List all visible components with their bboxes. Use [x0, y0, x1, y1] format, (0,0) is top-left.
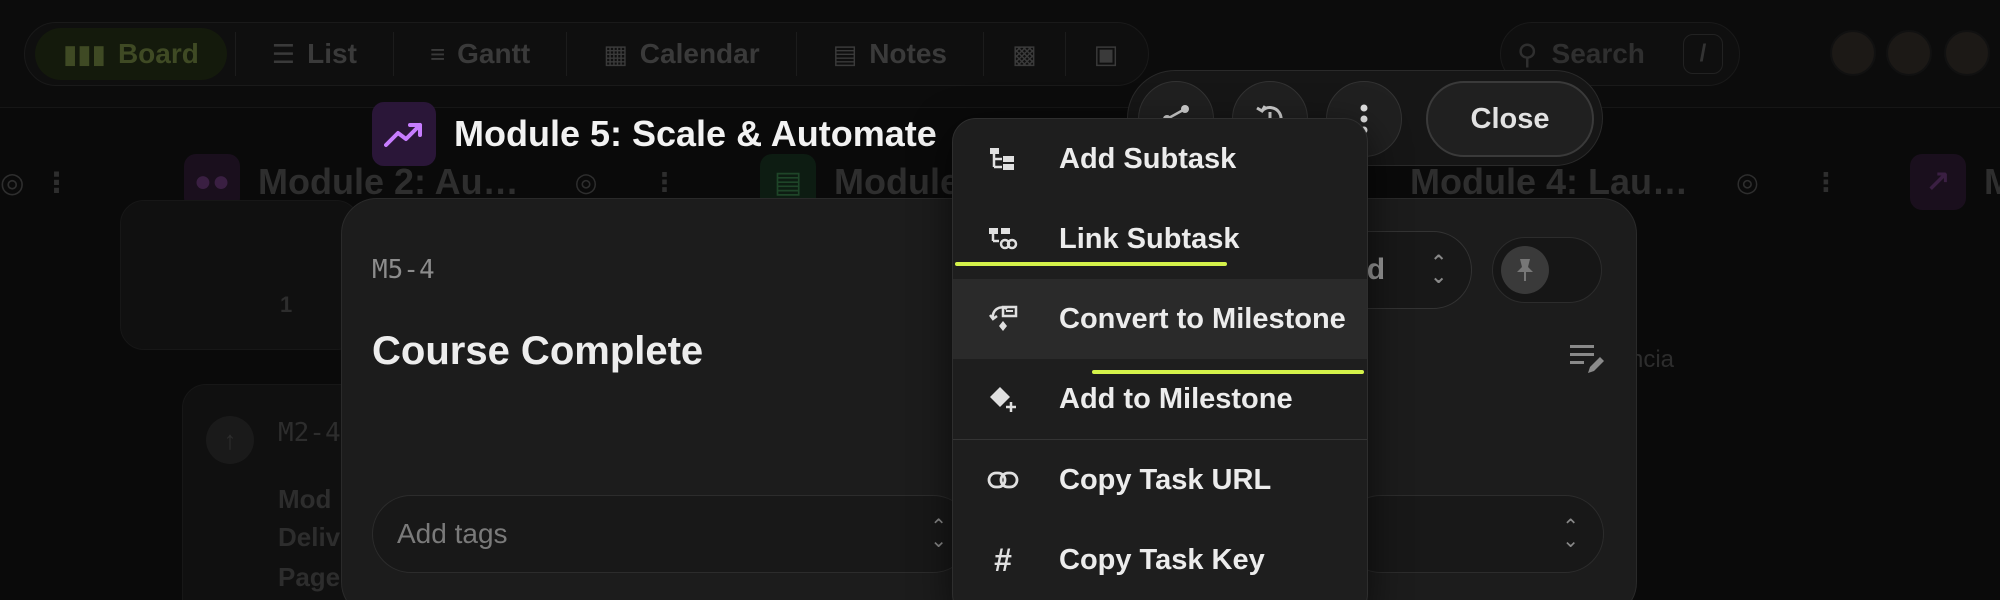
- chevron-updown-icon: ⌃ ⌄: [1562, 516, 1579, 552]
- divider: [566, 32, 568, 76]
- modal-header: Module 5: Scale & Automate: [372, 102, 937, 166]
- tab-label: List: [307, 38, 357, 69]
- target-icon[interactable]: ◎: [575, 167, 598, 198]
- tab-label: Board: [117, 38, 199, 69]
- column-header[interactable]: ↗ M: [1910, 150, 2000, 214]
- card-line: Page: [278, 562, 341, 592]
- archive-button[interactable]: ▣: [1074, 28, 1139, 80]
- menu-item-label: Link Subtask: [1059, 222, 1240, 255]
- edit-notes-icon[interactable]: [1568, 341, 1606, 382]
- calendar-icon: ▦: [603, 38, 628, 69]
- card-line: Mod: [278, 484, 332, 514]
- archive-icon: ▣: [1093, 38, 1119, 69]
- more-icon[interactable]: ⋮: [1813, 167, 1839, 198]
- menu-item-copy-task-key[interactable]: # Copy Task Key: [953, 520, 1367, 600]
- module-title: Module 5: Scale & Automate: [454, 113, 937, 154]
- divider: [392, 32, 394, 76]
- tab-calendar[interactable]: ▦ Calendar: [575, 28, 787, 80]
- avatar[interactable]: [1944, 30, 1990, 76]
- more-icon[interactable]: ⋮: [651, 167, 677, 198]
- menu-item-label: Add to Milestone: [1059, 382, 1293, 415]
- pin-toggle[interactable]: [1492, 237, 1602, 303]
- menu-item-link-subtask[interactable]: Link Subtask: [953, 199, 1367, 279]
- arrow-up-icon[interactable]: ↑: [206, 416, 254, 464]
- tab-label: Notes: [869, 38, 947, 69]
- trend-icon: ↗: [1910, 154, 1966, 210]
- menu-item-label: Convert to Milestone: [1059, 302, 1346, 335]
- target-icon[interactable]: ◎: [1736, 167, 1759, 198]
- add-milestone-icon: [983, 379, 1023, 419]
- more-icon[interactable]: ⋮: [42, 166, 70, 199]
- board-icon: ▮▮▮: [63, 38, 106, 69]
- column-title: Module 2: Au…: [258, 161, 519, 202]
- tab-gantt[interactable]: ≡ Gantt: [402, 28, 558, 80]
- convert-milestone-icon: [983, 299, 1023, 339]
- menu-item-add-subtask[interactable]: Add Subtask: [953, 119, 1367, 199]
- hash-icon: #: [994, 541, 1012, 578]
- close-button[interactable]: Close: [1426, 81, 1594, 157]
- card-key: M2-4: [278, 418, 341, 448]
- column-controls: ◎ ⋮: [0, 150, 70, 214]
- task-context-menu: Add Subtask Link Subtask Convert to Mile…: [952, 118, 1368, 600]
- tab-label: Calendar: [639, 38, 760, 69]
- column-title: Module: [834, 161, 960, 202]
- chevron-updown-icon: ⌃ ⌄: [930, 516, 947, 552]
- task-key: M5-4: [372, 255, 435, 285]
- divider: [234, 32, 236, 76]
- app-screen: ▮▮▮ Board ☰ List ≡ Gantt ▦ Calendar ▤ No…: [0, 0, 2000, 600]
- notes-icon: ▤: [832, 38, 858, 69]
- trend-up-icon: [372, 102, 436, 166]
- tab-notes[interactable]: ▤ Notes: [805, 28, 975, 80]
- tags-placeholder: Add tags: [397, 518, 508, 549]
- menu-item-label: Add Subtask: [1059, 142, 1237, 175]
- tab-label: Gantt: [457, 38, 531, 69]
- tags-input[interactable]: Add tags ⌃ ⌄: [372, 495, 972, 573]
- bar-chart-icon: ▩: [1012, 38, 1037, 69]
- search-shortcut: /: [1683, 34, 1723, 74]
- search-placeholder: Search: [1551, 38, 1645, 69]
- tab-list[interactable]: ☰ List: [244, 28, 385, 80]
- gantt-icon: ≡: [429, 38, 446, 69]
- divider: [795, 32, 797, 76]
- modal-select[interactable]: ⌃ ⌄: [1342, 495, 1604, 573]
- target-icon[interactable]: ◎: [0, 166, 24, 199]
- menu-item-label: Copy Task Key: [1059, 543, 1265, 576]
- highlight-underline: [1092, 370, 1364, 374]
- pin-icon: [1501, 246, 1549, 294]
- search-icon: ⚲: [1517, 38, 1538, 70]
- menu-item-convert-to-milestone[interactable]: Convert to Milestone: [953, 279, 1367, 359]
- card-line: Deliv: [278, 522, 341, 552]
- subtask-count: 1: [280, 292, 293, 317]
- avatar[interactable]: [1886, 30, 1932, 76]
- chevron-updown-icon: ⌃ ⌄: [1430, 252, 1447, 288]
- view-tabs: ▮▮▮ Board ☰ List ≡ Gantt ▦ Calendar ▤ No…: [24, 22, 1150, 86]
- menu-item-label: Copy Task URL: [1059, 463, 1272, 496]
- chart-button[interactable]: ▩: [992, 28, 1057, 80]
- add-subtask-icon: [983, 139, 1023, 179]
- link-icon: [983, 460, 1023, 500]
- divider: [1064, 32, 1066, 76]
- list-icon: ☰: [271, 38, 296, 69]
- task-card[interactable]: [120, 200, 360, 350]
- highlight-underline: [955, 262, 1227, 266]
- divider: [983, 32, 984, 76]
- column-title: Module 4: Lau…: [1410, 161, 1688, 202]
- top-bar: ▮▮▮ Board ☰ List ≡ Gantt ▦ Calendar ▤ No…: [0, 0, 2000, 108]
- menu-item-copy-task-url[interactable]: Copy Task URL: [953, 440, 1367, 520]
- tab-board[interactable]: ▮▮▮ Board: [35, 28, 227, 80]
- task-title[interactable]: Course Complete: [372, 329, 703, 374]
- link-subtask-icon: [983, 219, 1023, 259]
- column-title: M: [1984, 161, 2000, 202]
- avatar[interactable]: [1830, 30, 1876, 76]
